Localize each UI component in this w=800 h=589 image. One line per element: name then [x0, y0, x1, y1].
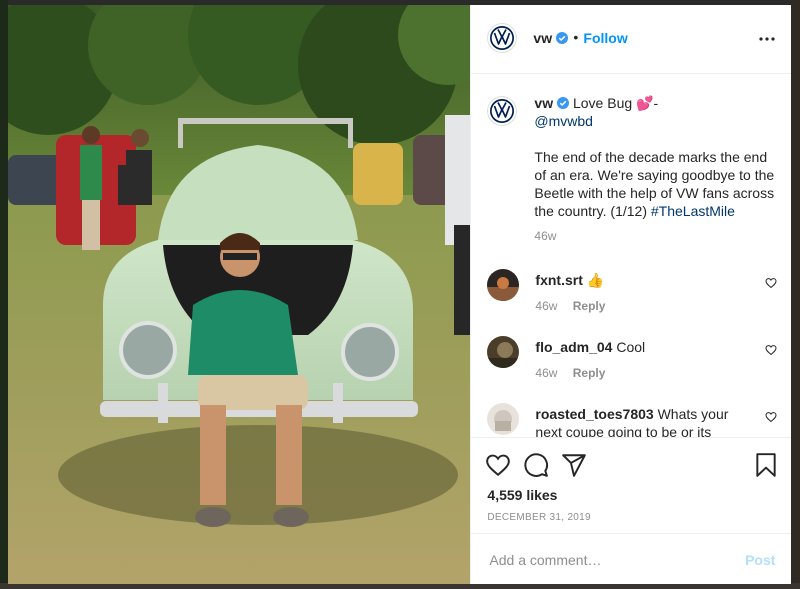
post-date[interactable]: DECEMBER 31, 2019 [487, 512, 590, 523]
caption-timestamp[interactable]: 46w [534, 229, 556, 243]
header-separator: • [573, 29, 579, 45]
comment-text: flo_adm_04 Cool [535, 338, 743, 356]
more-options-icon[interactable] [757, 33, 777, 45]
caption-text: vw Love Bug 💕- @mvwbd The end of the dec… [534, 94, 777, 220]
post-header: vw • Follow [471, 5, 792, 74]
comment-avatar[interactable] [487, 269, 520, 301]
heart-icon[interactable] [485, 452, 511, 478]
caption-line1: Love Bug 💕- [572, 95, 659, 111]
post-modal: vw • Follow vw Love Bug 💕- @mvwbd The en… [8, 5, 792, 586]
comment-avatar[interactable] [487, 336, 520, 368]
like-comment-heart-icon[interactable] [765, 277, 777, 289]
comment-body: 👍 [586, 272, 605, 288]
comment-meta: 46w Reply [535, 366, 605, 380]
header-username[interactable]: vw [533, 30, 569, 46]
verified-badge-icon [556, 32, 569, 44]
reply-button[interactable]: Reply [573, 299, 606, 313]
caption-mention-link[interactable]: @mvwbd [534, 113, 593, 129]
page-backdrop-right [791, 0, 800, 589]
post-actions: 4,559 likes DECEMBER 31, 2019 Post [471, 437, 792, 586]
comment-username[interactable]: flo_adm_04 [535, 339, 612, 355]
add-comment-input[interactable] [487, 548, 732, 572]
like-comment-heart-icon[interactable] [765, 411, 777, 423]
post-side-panel: vw • Follow vw Love Bug 💕- @mvwbd The en… [470, 5, 792, 586]
verified-badge-icon [557, 97, 570, 109]
vw-logo-avatar[interactable] [487, 23, 518, 53]
like-comment-heart-icon[interactable] [765, 344, 777, 356]
likes-count[interactable]: 4,559 likes [487, 487, 557, 503]
post-photo-image [8, 5, 471, 584]
comment-timestamp[interactable]: 46w [535, 366, 557, 380]
post-photo[interactable] [8, 5, 471, 584]
comments-list[interactable]: vw Love Bug 💕- @mvwbd The end of the dec… [471, 74, 791, 437]
comment-text: fxnt.srt 👍 [535, 271, 743, 289]
comment-username[interactable]: roasted_toes7803 [535, 406, 653, 422]
share-icon[interactable] [561, 452, 587, 478]
vw-logo-avatar[interactable] [487, 96, 518, 126]
page-backdrop-left [0, 0, 8, 589]
comment-item: fxnt.srt 👍 46w Reply [487, 269, 787, 319]
caption-hashtag-link[interactable]: #TheLastMile [651, 203, 735, 219]
caption-username[interactable]: vw [534, 95, 570, 111]
comment-body: Cool [616, 339, 646, 355]
comment-composer: Post [471, 533, 792, 586]
follow-button[interactable]: Follow [583, 30, 627, 46]
comment-avatar[interactable] [487, 403, 520, 435]
comment-username[interactable]: fxnt.srt [535, 272, 582, 288]
comment-icon[interactable] [523, 452, 549, 478]
comment-item: flo_adm_04 Cool 46w Reply [487, 336, 787, 386]
reply-button[interactable]: Reply [573, 366, 606, 380]
comment-item: roasted_toes7803 Whats your next coupe g… [487, 403, 787, 437]
comment-meta: 46w Reply [535, 299, 605, 313]
post-comment-button[interactable]: Post [745, 552, 775, 568]
bookmark-icon[interactable] [753, 452, 779, 478]
comment-timestamp[interactable]: 46w [535, 299, 557, 313]
comment-text: roasted_toes7803 Whats your next coupe g… [535, 405, 743, 437]
